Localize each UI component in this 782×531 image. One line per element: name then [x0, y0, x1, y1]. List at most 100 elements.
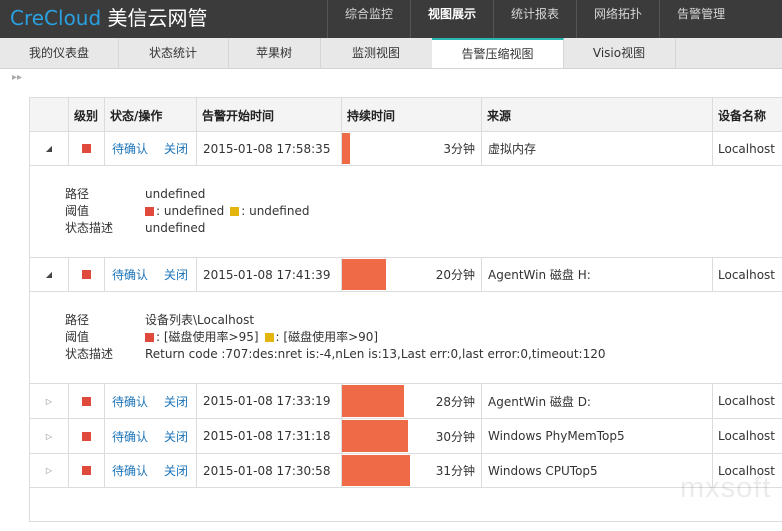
confirm-link[interactable]: 待确认 — [112, 462, 148, 479]
table-row[interactable]: ▷ 待确认 关闭 2015-01-08 17:33:19 28分钟 AgentW… — [30, 384, 782, 419]
close-link[interactable]: 关闭 — [164, 140, 188, 157]
double-chevron-right-icon[interactable]: ▸▸ — [12, 72, 22, 83]
status-cell: 待确认 关闭 — [104, 384, 196, 418]
table-row[interactable]: ▷ 待确认 关闭 2015-01-08 17:30:58 31分钟 Window… — [30, 454, 782, 488]
close-link[interactable]: 关闭 — [164, 462, 188, 479]
row-detail: 路径 undefined 阈值: undefined: undefined 状态描… — [30, 166, 782, 258]
duration-cell: 20分钟 — [341, 258, 481, 291]
table-row[interactable]: ▷ 待确认 关闭 2015-01-08 17:31:18 30分钟 Window… — [30, 419, 782, 454]
source: Windows CPUTop5 — [481, 454, 712, 487]
app-logo[interactable]: CreCloud 美信云网管 — [10, 2, 208, 31]
start-time: 2015-01-08 17:31:18 — [196, 419, 341, 453]
start-time: 2015-01-08 17:41:39 — [196, 258, 341, 291]
nav-item-view[interactable]: 视图展示 — [410, 0, 493, 38]
col-device[interactable]: 设备名称 — [712, 98, 782, 131]
detail-path: 路径 设备列表\Localhost — [65, 312, 254, 329]
expand-triangle-icon[interactable]: ▷ — [30, 454, 68, 487]
confirm-link[interactable]: 待确认 — [112, 140, 148, 157]
tab-monitor-view[interactable]: 监测视图 — [320, 38, 433, 68]
nav-item-monitor[interactable]: 综合监控 — [327, 0, 410, 38]
device-name: Localhost — [712, 384, 782, 418]
start-time: 2015-01-08 17:58:35 — [196, 132, 341, 165]
tab-dashboard[interactable]: 我的仪表盘 — [0, 38, 119, 68]
duration-text: 28分钟 — [435, 394, 475, 409]
detail-desc: 状态描述 Return code :707:des:nret is:-4,nLen… — [65, 346, 606, 363]
duration-bar — [342, 455, 410, 486]
col-level[interactable]: 级别 — [68, 98, 104, 131]
detail-threshold-label: 阈值 — [65, 330, 90, 344]
status-cell: 待确认 关闭 — [104, 258, 196, 291]
detail-desc: 状态描述 undefined — [65, 220, 205, 237]
warning-threshold: : [磁盘使用率>90] — [275, 330, 379, 344]
col-status[interactable]: 状态/操作 — [104, 98, 196, 131]
table-row[interactable]: ◢ 待确认 关闭 2015-01-08 17:41:39 20分钟 AgentW… — [30, 258, 782, 292]
source: AgentWin 磁盘 H: — [481, 258, 712, 291]
collapse-triangle-icon[interactable]: ◢ — [30, 258, 68, 291]
device-name: Localhost — [712, 419, 782, 453]
duration-cell: 28分钟 — [341, 384, 481, 418]
close-link[interactable]: 关闭 — [164, 393, 188, 410]
start-time: 2015-01-08 17:30:58 — [196, 454, 341, 487]
col-start-time[interactable]: 告警开始时间 — [196, 98, 341, 131]
device-name: Localhost — [712, 132, 782, 165]
close-link[interactable]: 关闭 — [164, 428, 188, 445]
watermark: mxsoft — [680, 472, 772, 504]
confirm-link[interactable]: 待确认 — [112, 266, 148, 283]
detail-path-label: 路径 — [65, 313, 90, 327]
main-nav: 综合监控 视图展示 统计报表 网络拓扑 告警管理 — [327, 0, 742, 38]
detail-path-label: 路径 — [65, 187, 90, 201]
tab-alarm-compress-view[interactable]: 告警压缩视图 — [432, 38, 564, 68]
nav-item-topology[interactable]: 网络拓扑 — [576, 0, 659, 38]
severity-critical-icon — [68, 258, 104, 291]
detail-desc-label: 状态描述 — [65, 347, 114, 361]
detail-threshold: 阈值: undefined: undefined — [65, 203, 309, 220]
warning-threshold: : undefined — [241, 204, 310, 218]
status-cell: 待确认 关闭 — [104, 132, 196, 165]
alarm-table: 级别 状态/操作 告警开始时间 持续时间 来源 设备名称 ◢ 待确认 关闭 20… — [29, 97, 782, 522]
table-row[interactable]: ◢ 待确认 关闭 2015-01-08 17:58:35 3分钟 虚拟内存 Lo… — [30, 132, 782, 166]
view-tabs: 我的仪表盘 状态统计 苹果树 监测视图 告警压缩视图 Visio视图 — [0, 38, 782, 69]
col-expand — [30, 98, 68, 131]
duration-text: 31分钟 — [435, 464, 475, 478]
confirm-link[interactable]: 待确认 — [112, 428, 148, 445]
duration-bar — [342, 420, 408, 452]
device-name: Localhost — [712, 258, 782, 291]
tab-status-stats[interactable]: 状态统计 — [118, 38, 229, 68]
nav-item-alarms[interactable]: 告警管理 — [659, 0, 742, 38]
duration-bar — [342, 133, 350, 164]
detail-desc-value: undefined — [145, 221, 206, 235]
detail-path: 路径 undefined — [65, 186, 205, 203]
severity-critical-icon — [68, 384, 104, 418]
logo-cn: 美信云网管 — [107, 6, 208, 30]
collapse-triangle-icon[interactable]: ◢ — [30, 132, 68, 165]
source: Windows PhyMemTop5 — [481, 419, 712, 453]
nav-item-reports[interactable]: 统计报表 — [493, 0, 576, 38]
duration-text: 30分钟 — [435, 429, 475, 444]
expand-triangle-icon[interactable]: ▷ — [30, 384, 68, 418]
status-cell: 待确认 关闭 — [104, 419, 196, 453]
col-duration[interactable]: 持续时间 — [341, 98, 481, 131]
warning-legend-icon — [264, 333, 274, 342]
source: 虚拟内存 — [481, 132, 712, 165]
critical-legend-icon — [145, 333, 154, 342]
start-time: 2015-01-08 17:33:19 — [196, 384, 341, 418]
row-detail: 路径 设备列表\Localhost 阈值 : [磁盘使用率>95] : [磁盘使用率>… — [30, 292, 782, 384]
confirm-link[interactable]: 待确认 — [112, 393, 148, 410]
detail-path-value: 设备列表\Localhost — [145, 313, 255, 327]
detail-desc-value: Return code :707:des:nret is:-4,nLen is:… — [145, 347, 606, 361]
table-header: 级别 状态/操作 告警开始时间 持续时间 来源 设备名称 — [30, 98, 782, 132]
severity-critical-icon — [68, 419, 104, 453]
critical-threshold: : [磁盘使用率>95] — [156, 330, 259, 344]
detail-path-value: undefined — [145, 187, 206, 201]
duration-bar — [342, 259, 386, 290]
col-source[interactable]: 来源 — [481, 98, 712, 131]
tab-apple-tree[interactable]: 苹果树 — [228, 38, 321, 68]
expand-triangle-icon[interactable]: ▷ — [30, 419, 68, 453]
close-link[interactable]: 关闭 — [164, 266, 188, 283]
source: AgentWin 磁盘 D: — [481, 384, 712, 418]
duration-bar — [342, 385, 404, 417]
detail-desc-label: 状态描述 — [65, 221, 114, 235]
duration-cell: 31分钟 — [341, 454, 481, 487]
warning-legend-icon — [230, 207, 240, 216]
tab-visio-view[interactable]: Visio视图 — [563, 38, 676, 68]
